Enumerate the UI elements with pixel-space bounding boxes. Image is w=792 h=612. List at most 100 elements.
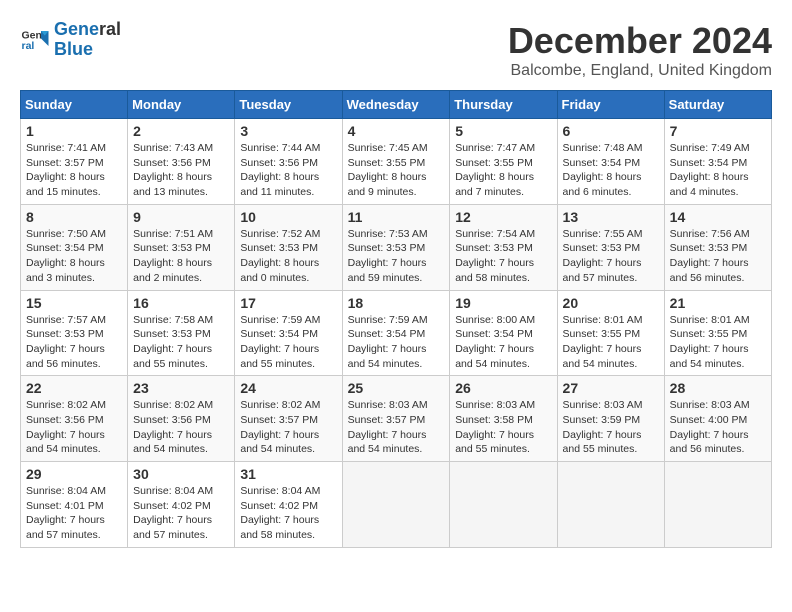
day-number: 25 <box>348 380 445 396</box>
week-row-5: 29 Sunrise: 8:04 AM Sunset: 4:01 PM Dayli… <box>21 462 772 548</box>
calendar-cell: 25 Sunrise: 8:03 AM Sunset: 3:57 PM Dayli… <box>342 376 450 462</box>
calendar-cell: 17 Sunrise: 7:59 AM Sunset: 3:54 PM Dayli… <box>235 290 342 376</box>
title-area: December 2024 Balcombe, England, United … <box>508 20 772 80</box>
calendar-cell: 21 Sunrise: 8:01 AM Sunset: 3:55 PM Dayli… <box>664 290 771 376</box>
day-number: 20 <box>563 295 659 311</box>
week-row-3: 15 Sunrise: 7:57 AM Sunset: 3:53 PM Dayli… <box>21 290 772 376</box>
day-number: 1 <box>26 123 122 139</box>
day-detail: Sunrise: 7:48 AM Sunset: 3:54 PM Dayligh… <box>563 141 659 200</box>
day-number: 24 <box>240 380 336 396</box>
day-detail: Sunrise: 7:54 AM Sunset: 3:53 PM Dayligh… <box>455 227 551 286</box>
day-detail: Sunrise: 7:49 AM Sunset: 3:54 PM Dayligh… <box>670 141 766 200</box>
header-sunday: Sunday <box>21 91 128 119</box>
calendar-cell: 4 Sunrise: 7:45 AM Sunset: 3:55 PM Daylig… <box>342 119 450 205</box>
header-thursday: Thursday <box>450 91 557 119</box>
day-number: 19 <box>455 295 551 311</box>
day-detail: Sunrise: 7:50 AM Sunset: 3:54 PM Dayligh… <box>26 227 122 286</box>
day-number: 4 <box>348 123 445 139</box>
week-row-2: 8 Sunrise: 7:50 AM Sunset: 3:54 PM Daylig… <box>21 204 772 290</box>
day-detail: Sunrise: 7:59 AM Sunset: 3:54 PM Dayligh… <box>240 313 336 372</box>
logo: Gene ral General Blue <box>20 20 121 60</box>
day-detail: Sunrise: 8:00 AM Sunset: 3:54 PM Dayligh… <box>455 313 551 372</box>
calendar-cell: 26Sunrise: 8:03 AM Sunset: 3:58 PM Dayli… <box>450 376 557 462</box>
calendar-cell: 10Sunrise: 7:52 AM Sunset: 3:53 PM Dayli… <box>235 204 342 290</box>
day-detail: Sunrise: 8:03 AM Sunset: 4:00 PM Dayligh… <box>670 398 766 457</box>
day-number: 29 <box>26 466 122 482</box>
day-number: 30 <box>133 466 229 482</box>
calendar-table: SundayMondayTuesdayWednesdayThursdayFrid… <box>20 90 772 548</box>
day-number: 15 <box>26 295 122 311</box>
day-number: 12 <box>455 209 551 225</box>
day-detail: Sunrise: 7:45 AM Sunset: 3:55 PM Dayligh… <box>348 141 445 200</box>
header-friday: Friday <box>557 91 664 119</box>
logo-text-line1: General <box>54 20 121 40</box>
logo-icon: Gene ral <box>20 25 50 55</box>
calendar-cell: 24 Sunrise: 8:02 AM Sunset: 3:57 PM Dayli… <box>235 376 342 462</box>
day-detail: Sunrise: 7:43 AM Sunset: 3:56 PM Dayligh… <box>133 141 229 200</box>
day-detail: Sunrise: 7:44 AM Sunset: 3:56 PM Dayligh… <box>240 141 336 200</box>
day-detail: Sunrise: 8:02 AM Sunset: 3:56 PM Dayligh… <box>133 398 229 457</box>
day-number: 11 <box>348 209 445 225</box>
header-tuesday: Tuesday <box>235 91 342 119</box>
day-number: 5 <box>455 123 551 139</box>
calendar-cell <box>342 462 450 548</box>
day-number: 31 <box>240 466 336 482</box>
day-detail: Sunrise: 8:03 AM Sunset: 3:59 PM Dayligh… <box>563 398 659 457</box>
calendar-cell: 30 Sunrise: 8:04 AM Sunset: 4:02 PM Dayli… <box>128 462 235 548</box>
calendar-subtitle: Balcombe, England, United Kingdom <box>508 62 772 80</box>
day-detail: Sunrise: 8:02 AM Sunset: 3:57 PM Dayligh… <box>240 398 336 457</box>
calendar-cell <box>664 462 771 548</box>
day-detail: Sunrise: 8:04 AM Sunset: 4:02 PM Dayligh… <box>240 484 336 543</box>
day-detail: Sunrise: 8:01 AM Sunset: 3:55 PM Dayligh… <box>670 313 766 372</box>
day-number: 8 <box>26 209 122 225</box>
calendar-cell: 31 Sunrise: 8:04 AM Sunset: 4:02 PM Dayli… <box>235 462 342 548</box>
day-detail: Sunrise: 7:52 AM Sunset: 3:53 PM Dayligh… <box>240 227 336 286</box>
calendar-cell <box>450 462 557 548</box>
day-number: 22 <box>26 380 122 396</box>
day-detail: Sunrise: 8:03 AM Sunset: 3:57 PM Dayligh… <box>348 398 445 457</box>
day-detail: Sunrise: 7:41 AM Sunset: 3:57 PM Dayligh… <box>26 141 122 200</box>
day-detail: Sunrise: 8:02 AM Sunset: 3:56 PM Dayligh… <box>26 398 122 457</box>
header-row: SundayMondayTuesdayWednesdayThursdayFrid… <box>21 91 772 119</box>
day-detail: Sunrise: 7:58 AM Sunset: 3:53 PM Dayligh… <box>133 313 229 372</box>
calendar-title: December 2024 <box>508 20 772 62</box>
day-number: 23 <box>133 380 229 396</box>
calendar-cell: 6 Sunrise: 7:48 AM Sunset: 3:54 PM Daylig… <box>557 119 664 205</box>
calendar-cell: 9 Sunrise: 7:51 AM Sunset: 3:53 PM Daylig… <box>128 204 235 290</box>
logo-text-line2: Blue <box>54 40 121 60</box>
calendar-cell: 19 Sunrise: 8:00 AM Sunset: 3:54 PM Dayli… <box>450 290 557 376</box>
page-header: Gene ral General Blue December 2024 Balc… <box>20 20 772 80</box>
day-number: 27 <box>563 380 659 396</box>
day-number: 26 <box>455 380 551 396</box>
day-number: 16 <box>133 295 229 311</box>
day-number: 6 <box>563 123 659 139</box>
day-detail: Sunrise: 7:53 AM Sunset: 3:53 PM Dayligh… <box>348 227 445 286</box>
header-saturday: Saturday <box>664 91 771 119</box>
calendar-cell: 3 Sunrise: 7:44 AM Sunset: 3:56 PM Daylig… <box>235 119 342 205</box>
calendar-cell: 27 Sunrise: 8:03 AM Sunset: 3:59 PM Dayli… <box>557 376 664 462</box>
day-detail: Sunrise: 8:04 AM Sunset: 4:01 PM Dayligh… <box>26 484 122 543</box>
day-detail: Sunrise: 7:55 AM Sunset: 3:53 PM Dayligh… <box>563 227 659 286</box>
day-detail: Sunrise: 8:04 AM Sunset: 4:02 PM Dayligh… <box>133 484 229 543</box>
week-row-4: 22 Sunrise: 8:02 AM Sunset: 3:56 PM Dayli… <box>21 376 772 462</box>
day-number: 7 <box>670 123 766 139</box>
calendar-cell: 1 Sunrise: 7:41 AM Sunset: 3:57 PM Daylig… <box>21 119 128 205</box>
calendar-cell: 20 Sunrise: 8:01 AM Sunset: 3:55 PM Dayli… <box>557 290 664 376</box>
day-number: 3 <box>240 123 336 139</box>
day-number: 21 <box>670 295 766 311</box>
calendar-cell: 13 Sunrise: 7:55 AM Sunset: 3:53 PM Dayli… <box>557 204 664 290</box>
day-number: 17 <box>240 295 336 311</box>
calendar-cell: 28Sunrise: 8:03 AM Sunset: 4:00 PM Dayli… <box>664 376 771 462</box>
day-detail: Sunrise: 7:57 AM Sunset: 3:53 PM Dayligh… <box>26 313 122 372</box>
day-detail: Sunrise: 7:51 AM Sunset: 3:53 PM Dayligh… <box>133 227 229 286</box>
day-number: 18 <box>348 295 445 311</box>
calendar-cell: 7 Sunrise: 7:49 AM Sunset: 3:54 PM Daylig… <box>664 119 771 205</box>
day-number: 13 <box>563 209 659 225</box>
day-detail: Sunrise: 8:01 AM Sunset: 3:55 PM Dayligh… <box>563 313 659 372</box>
header-wednesday: Wednesday <box>342 91 450 119</box>
calendar-cell: 12 Sunrise: 7:54 AM Sunset: 3:53 PM Dayli… <box>450 204 557 290</box>
header-monday: Monday <box>128 91 235 119</box>
day-number: 9 <box>133 209 229 225</box>
calendar-cell: 23 Sunrise: 8:02 AM Sunset: 3:56 PM Dayli… <box>128 376 235 462</box>
calendar-cell: 15 Sunrise: 7:57 AM Sunset: 3:53 PM Dayli… <box>21 290 128 376</box>
